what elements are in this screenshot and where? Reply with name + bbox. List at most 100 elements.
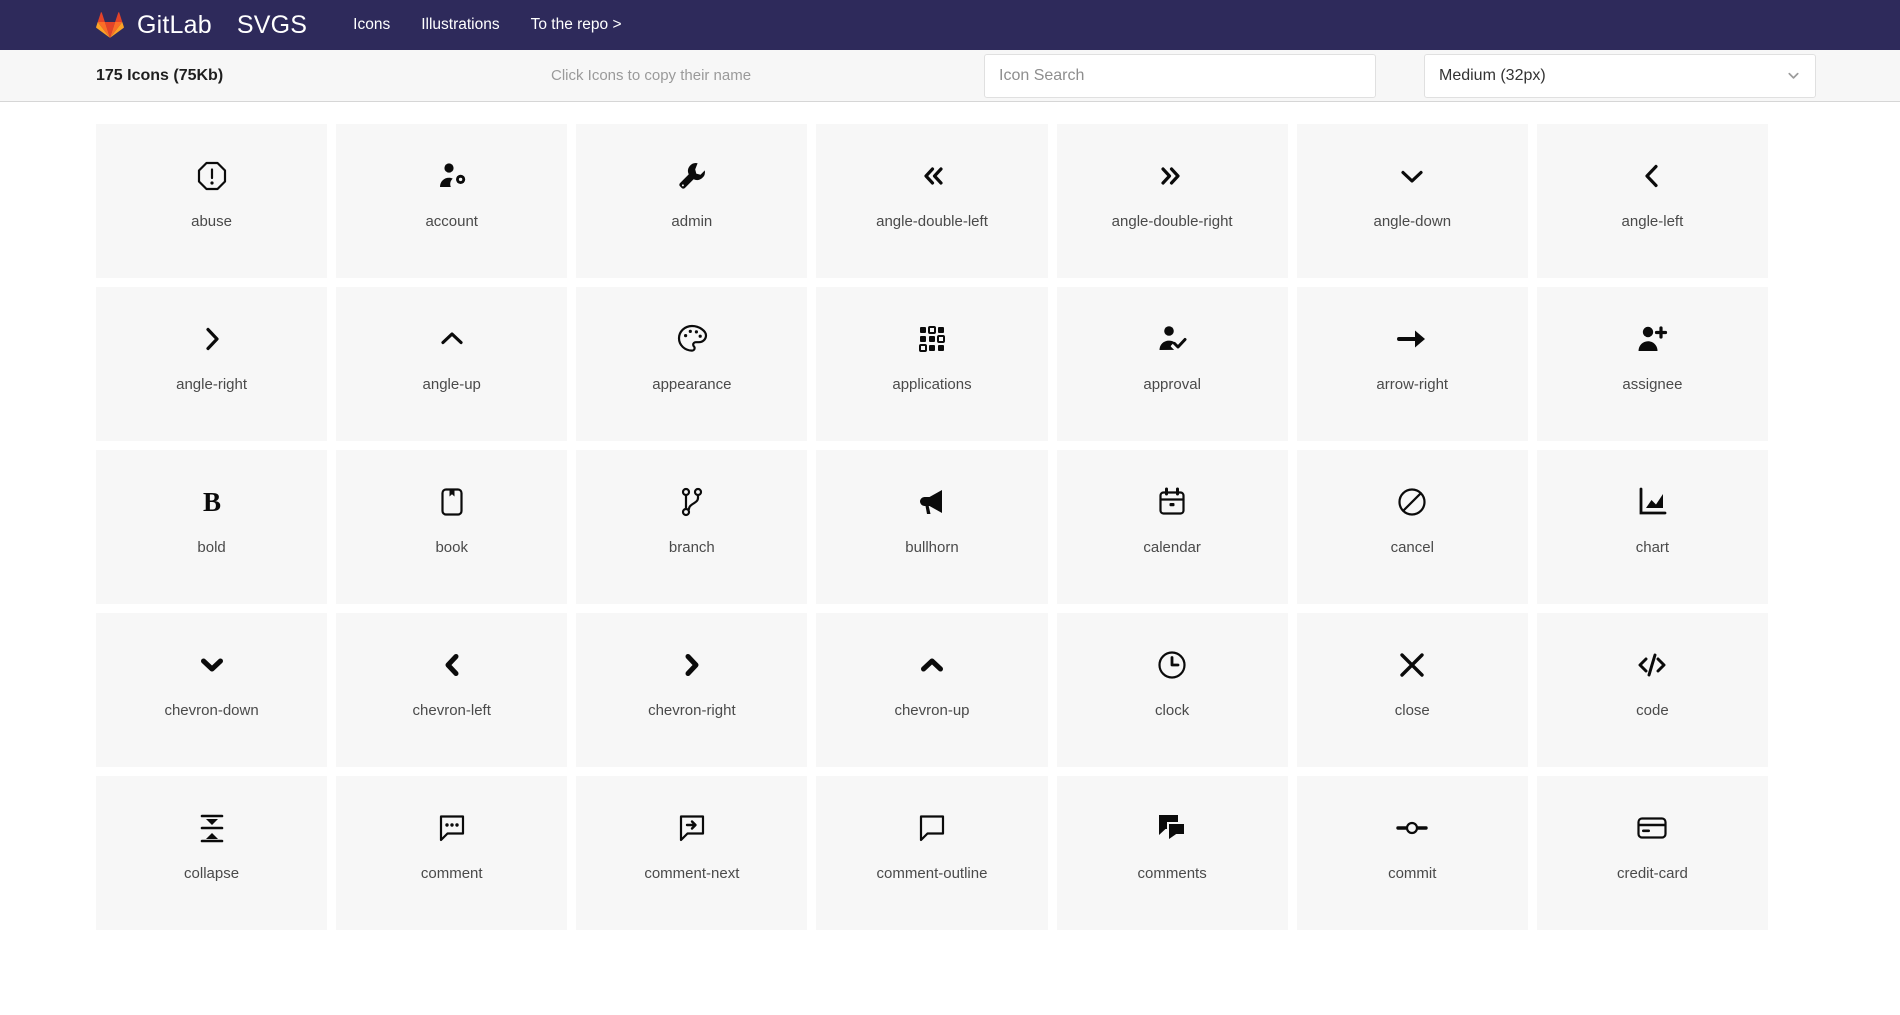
icon-cell-abuse[interactable]: abuse [96, 124, 328, 278]
icon-cell-angle-right[interactable]: angle-right [96, 287, 328, 441]
icon-cell-calendar[interactable]: calendar [1056, 450, 1288, 604]
icon-cell-label: code [1636, 702, 1669, 719]
icon-cell-label: chart [1635, 539, 1670, 556]
icon-cell-book[interactable]: book [336, 450, 568, 604]
icon-cell-label: comments [1137, 865, 1207, 882]
icon-cell-label: chevron-left [412, 702, 491, 719]
chevron-down-icon [196, 649, 228, 681]
comment-dots-icon [436, 812, 468, 844]
icon-cell-label: comment-outline [876, 865, 988, 882]
chevron-right-icon [676, 649, 708, 681]
bullhorn-icon [916, 486, 948, 518]
icon-cell-appearance[interactable]: appearance [576, 287, 808, 441]
nav-link-illustrations[interactable]: Illustrations [421, 16, 499, 34]
icon-cell-label: comment-next [644, 865, 740, 882]
icon-cell-bold[interactable]: Bbold [96, 450, 328, 604]
icon-cell-arrow-right[interactable]: arrow-right [1296, 287, 1528, 441]
grid-dots-icon [916, 323, 948, 355]
icon-cell-bullhorn[interactable]: bullhorn [816, 450, 1048, 604]
icon-cell-angle-double-left[interactable]: angle-double-left [816, 124, 1048, 278]
chevron-up-icon [916, 649, 948, 681]
nav-link-repo[interactable]: To the repo > [531, 16, 622, 34]
icon-cell-label: book [435, 539, 468, 556]
nav-links: Icons Illustrations To the repo > [353, 16, 621, 34]
icon-cell-branch[interactable]: branch [576, 450, 808, 604]
icon-cell-comments[interactable]: comments [1056, 776, 1288, 930]
abuse-icon [196, 160, 228, 192]
icon-cell-account[interactable]: account [336, 124, 568, 278]
icon-cell-approval[interactable]: approval [1056, 287, 1288, 441]
icon-count-label: 175 Icons (75Kb) [96, 66, 224, 84]
icon-cell-label: close [1394, 702, 1430, 719]
angle-double-left-icon [916, 160, 948, 192]
icon-cell-label: angle-double-right [1111, 213, 1233, 230]
brand-suffix: SVGS [236, 10, 308, 39]
comments-icon [1156, 812, 1188, 844]
brand[interactable]: GitLab SVGS [96, 11, 307, 40]
icon-cell-chevron-right[interactable]: chevron-right [576, 613, 808, 767]
angle-down-icon [1396, 160, 1428, 192]
icon-cell-cancel[interactable]: cancel [1296, 450, 1528, 604]
copy-hint-label: Click Icons to copy their name [551, 67, 752, 84]
icon-cell-label: bullhorn [905, 539, 959, 556]
icon-cell-label: chevron-down [164, 702, 259, 719]
clock-icon [1156, 649, 1188, 681]
icon-cell-angle-up[interactable]: angle-up [336, 287, 568, 441]
palette-icon [676, 323, 708, 355]
icon-cell-label: clock [1155, 702, 1190, 719]
angle-left-icon [1636, 160, 1668, 192]
icon-cell-angle-down[interactable]: angle-down [1296, 124, 1528, 278]
search-box[interactable] [984, 53, 1376, 98]
icon-cell-chevron-down[interactable]: chevron-down [96, 613, 328, 767]
icon-cell-angle-double-right[interactable]: angle-double-right [1056, 124, 1288, 278]
top-navbar: GitLab SVGS Icons Illustrations To the r… [0, 0, 1900, 50]
icon-grid-wrapper: abuse account admin angle-double-left angle-… [0, 102, 1900, 930]
icon-cell-angle-left[interactable]: angle-left [1536, 124, 1768, 278]
calendar-icon [1156, 486, 1188, 518]
icon-cell-clock[interactable]: clock [1056, 613, 1288, 767]
icon-cell-comment-next[interactable]: comment-next [576, 776, 808, 930]
angle-up-icon [436, 323, 468, 355]
icon-cell-commit[interactable]: commit [1296, 776, 1528, 930]
icon-cell-collapse[interactable]: collapse [96, 776, 328, 930]
icon-cell-label: cancel [1390, 539, 1434, 556]
cancel-icon [1396, 486, 1428, 518]
brand-title: GitLab [137, 10, 212, 39]
comment-next-icon [676, 812, 708, 844]
arrow-right-icon [1396, 323, 1428, 355]
icon-cell-chevron-left[interactable]: chevron-left [336, 613, 568, 767]
bold-icon: B [196, 486, 228, 518]
account-icon [436, 160, 468, 192]
gitlab-tanuki-logo-icon [96, 11, 124, 39]
icon-cell-label: appearance [652, 376, 732, 393]
icon-cell-credit-card[interactable]: credit-card [1536, 776, 1768, 930]
icon-cell-code[interactable]: code [1536, 613, 1768, 767]
icon-cell-comment[interactable]: comment [336, 776, 568, 930]
icon-cell-label: bold [197, 539, 226, 556]
close-icon [1396, 649, 1428, 681]
icon-cell-applications[interactable]: applications [816, 287, 1048, 441]
size-select[interactable]: Medium (32px) [1424, 53, 1816, 98]
wrench-icon [676, 160, 708, 192]
user-check-icon [1156, 323, 1188, 355]
icon-cell-close[interactable]: close [1296, 613, 1528, 767]
icon-cell-label: angle-right [176, 376, 248, 393]
chart-icon [1636, 486, 1668, 518]
svg-text:B: B [203, 487, 221, 517]
icon-cell-comment-outline[interactable]: comment-outline [816, 776, 1048, 930]
icon-cell-label: arrow-right [1376, 376, 1449, 393]
icon-cell-admin[interactable]: admin [576, 124, 808, 278]
angle-right-icon [196, 323, 228, 355]
nav-link-icons[interactable]: Icons [353, 16, 390, 34]
icon-cell-chart[interactable]: chart [1536, 450, 1768, 604]
search-input[interactable] [999, 66, 1361, 85]
icon-cell-label: angle-double-left [876, 213, 988, 230]
icon-cell-chevron-up[interactable]: chevron-up [816, 613, 1048, 767]
icon-cell-label: chevron-right [648, 702, 736, 719]
code-icon [1636, 649, 1668, 681]
chevron-down-icon [1786, 68, 1801, 83]
icon-cell-assignee[interactable]: assignee [1536, 287, 1768, 441]
icon-cell-label: approval [1143, 376, 1201, 393]
icon-cell-label: angle-up [422, 376, 481, 393]
icon-cell-label: angle-down [1373, 213, 1452, 230]
